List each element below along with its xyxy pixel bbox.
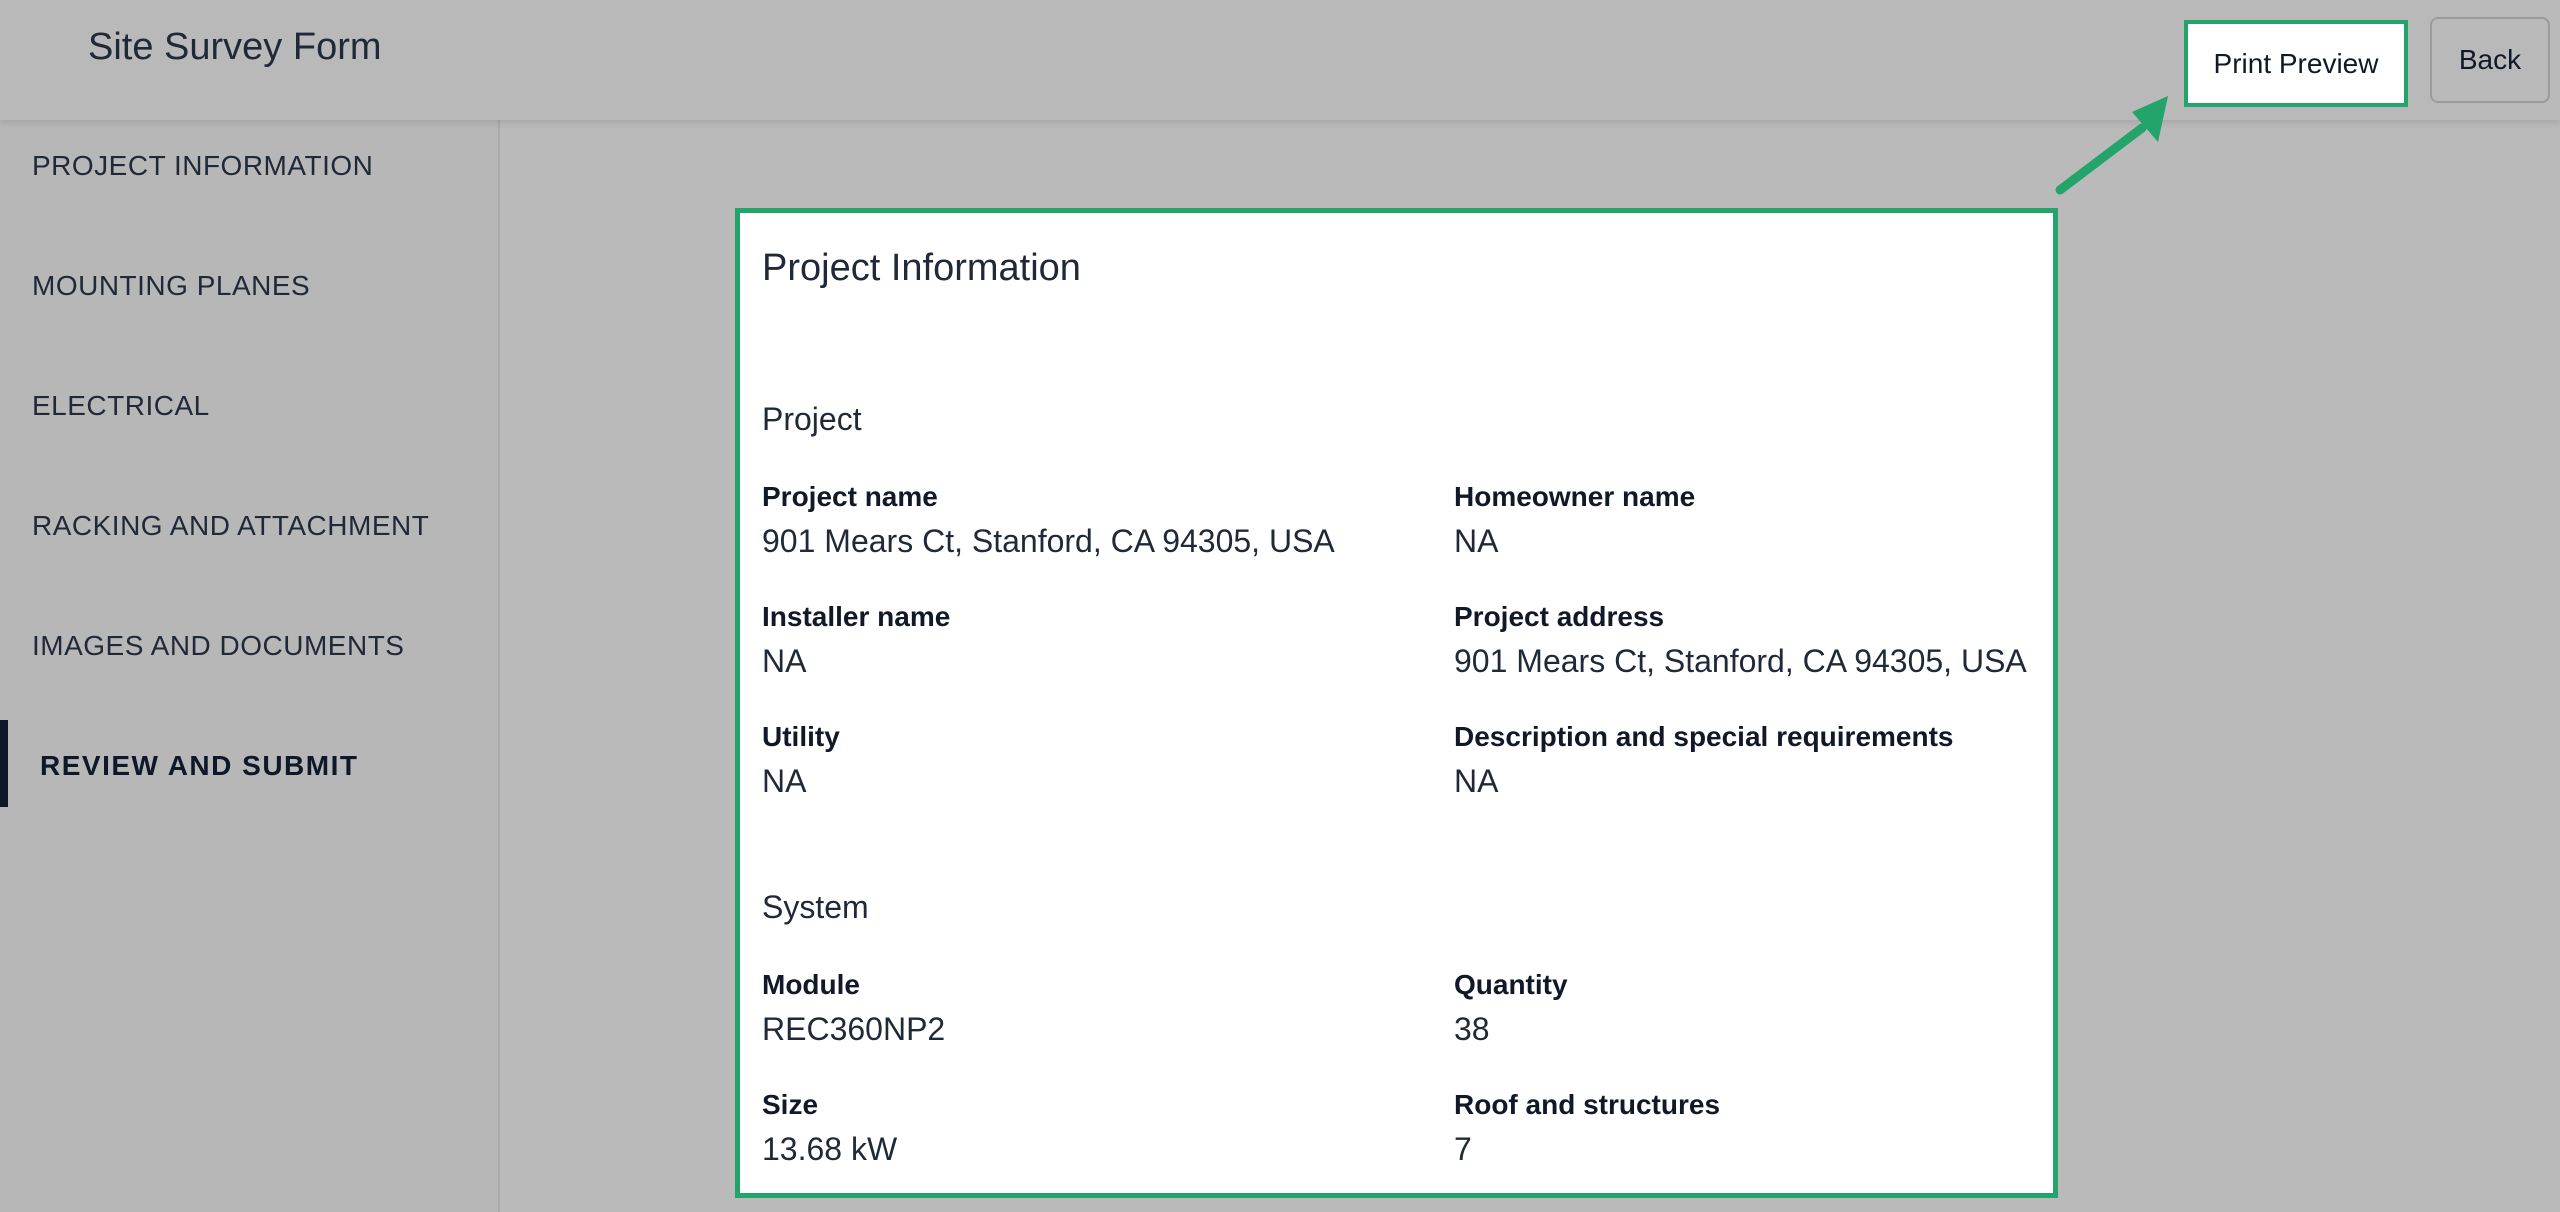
panel-title: Project Information	[762, 247, 1081, 289]
active-indicator	[0, 720, 8, 807]
project-information-panel: Project Information Project Project name…	[735, 208, 2058, 1198]
field-value-description: NA	[1454, 763, 1499, 799]
field-value-utility: NA	[762, 763, 807, 799]
field-label-project-address: Project address	[1454, 601, 1665, 632]
field-label-quantity: Quantity	[1454, 969, 1568, 1000]
back-button[interactable]: Back	[2430, 17, 2550, 103]
field-label-module: Module	[762, 969, 860, 1000]
sidebar-item-review-and-submit[interactable]: REVIEW AND SUBMIT	[40, 750, 358, 782]
sidebar-item-mounting-planes[interactable]: MOUNTING PLANES	[32, 270, 310, 302]
sidebar-item-racking-and-attachment[interactable]: RACKING AND ATTACHMENT	[32, 510, 429, 542]
print-preview-button[interactable]: Print Preview	[2184, 20, 2408, 107]
section-title-project: Project	[762, 401, 862, 437]
field-value-installer-name: NA	[762, 643, 807, 679]
field-label-installer-name: Installer name	[762, 601, 951, 632]
field-value-size: 13.68 kW	[762, 1131, 898, 1167]
field-value-roof-and-structures: 7	[1454, 1131, 1472, 1167]
sidebar-nav: PROJECT INFORMATION MOUNTING PLANES ELEC…	[0, 120, 500, 1212]
sidebar-item-images-and-documents[interactable]: IMAGES AND DOCUMENTS	[32, 630, 404, 662]
field-label-homeowner-name: Homeowner name	[1454, 481, 1696, 512]
app-title: Site Survey Form	[88, 26, 382, 68]
field-value-project-address: 901 Mears Ct, Stanford, CA 94305, USA	[1454, 643, 2027, 679]
section-title-system: System	[762, 889, 869, 925]
field-label-description: Description and special requirements	[1454, 721, 1954, 752]
field-value-module: REC360NP2	[762, 1011, 946, 1047]
arrow-up-right-icon	[2055, 96, 2168, 195]
field-label-size: Size	[762, 1089, 819, 1120]
field-value-project-name: 901 Mears Ct, Stanford, CA 94305, USA	[762, 523, 1335, 559]
field-value-quantity: 38	[1454, 1011, 1490, 1047]
field-label-project-name: Project name	[762, 481, 938, 512]
sidebar-item-project-information[interactable]: PROJECT INFORMATION	[32, 150, 373, 182]
field-label-roof-and-structures: Roof and structures	[1454, 1089, 1721, 1120]
field-value-homeowner-name: NA	[1454, 523, 1499, 559]
field-label-utility: Utility	[762, 721, 840, 752]
sidebar-item-electrical[interactable]: ELECTRICAL	[32, 390, 210, 422]
